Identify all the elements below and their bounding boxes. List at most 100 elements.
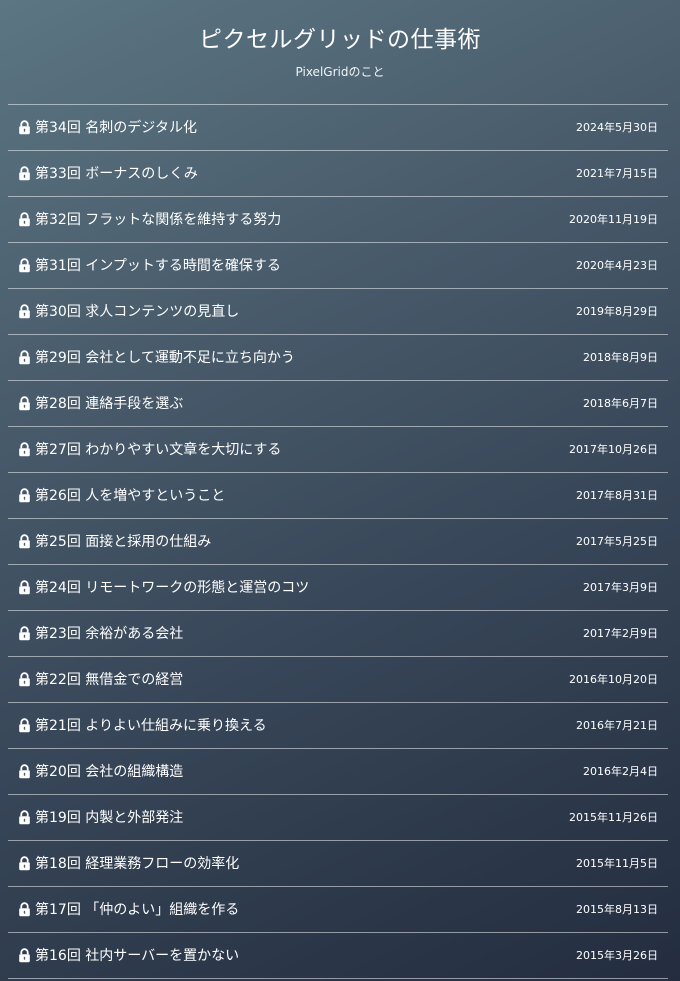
article-row-left: 第25回 面接と採用の仕組み — [18, 533, 211, 551]
lock-icon — [18, 166, 31, 181]
article-row[interactable]: 第19回 内製と外部発注 2015年11月26日 — [8, 795, 668, 841]
article-row-left: 第22回 無借金での経営 — [18, 671, 183, 689]
article-title: 第33回 ボーナスのしくみ — [35, 165, 198, 182]
article-title: 第27回 わかりやすい文章を大切にする — [35, 441, 282, 458]
article-title: 第34回 名刺のデジタル化 — [35, 119, 197, 136]
article-row[interactable]: 第20回 会社の組織構造 2016年2月4日 — [8, 749, 668, 795]
article-title: 第29回 会社として運動不足に立ち向かう — [35, 349, 295, 366]
lock-icon — [18, 672, 31, 687]
article-title: 第30回 求人コンテンツの見直し — [35, 303, 240, 320]
article-row[interactable]: 第34回 名刺のデジタル化 2024年5月30日 — [8, 105, 668, 151]
article-date: 2015年3月26日 — [576, 948, 658, 962]
article-row[interactable]: 第21回 よりよい仕組みに乗り換える 2016年7月21日 — [8, 703, 668, 749]
article-row-left: 第32回 フラットな関係を維持する努力 — [18, 211, 281, 229]
article-row[interactable]: 第18回 経理業務フローの効率化 2015年11月5日 — [8, 841, 668, 887]
lock-icon — [18, 488, 31, 503]
lock-icon — [18, 120, 31, 135]
article-row-left: 第26回 人を増やすということ — [18, 487, 225, 505]
article-row-left: 第18回 経理業務フローの効率化 — [18, 855, 239, 873]
article-row[interactable]: 第22回 無借金での経営 2016年10月20日 — [8, 657, 668, 703]
article-row[interactable]: 第27回 わかりやすい文章を大切にする 2017年10月26日 — [8, 427, 668, 473]
article-title: 第22回 無借金での経営 — [35, 671, 184, 688]
article-title: 第17回 「仲のよい」組織を作る — [35, 901, 240, 918]
article-date: 2020年11月19日 — [569, 212, 658, 226]
article-row[interactable]: 第32回 フラットな関係を維持する努力 2020年11月19日 — [8, 197, 668, 243]
lock-icon — [18, 810, 31, 825]
article-row[interactable]: 第31回 インプットする時間を確保する 2020年4月23日 — [8, 243, 668, 289]
article-row[interactable]: 第30回 求人コンテンツの見直し 2019年8月29日 — [8, 289, 668, 335]
article-title: 第18回 経理業務フローの効率化 — [35, 855, 240, 872]
article-title: 第32回 フラットな関係を維持する努力 — [35, 211, 282, 228]
article-row[interactable]: 第24回 リモートワークの形態と運営のコツ 2017年3月9日 — [8, 565, 668, 611]
article-date: 2016年2月4日 — [583, 764, 658, 778]
article-date: 2017年2月9日 — [583, 626, 658, 640]
article-row[interactable]: 第25回 面接と採用の仕組み 2017年5月25日 — [8, 519, 668, 565]
article-date: 2016年10月20日 — [569, 672, 658, 686]
lock-icon — [18, 718, 31, 733]
article-row-left: 第21回 よりよい仕組みに乗り換える — [18, 717, 267, 735]
article-title: 第16回 社内サーバーを置かない — [35, 947, 240, 964]
lock-icon — [18, 350, 31, 365]
lock-icon — [18, 948, 31, 963]
article-date: 2024年5月30日 — [576, 120, 658, 134]
article-row-left: 第16回 社内サーバーを置かない — [18, 947, 239, 965]
article-row-left: 第23回 余裕がある会社 — [18, 625, 183, 643]
article-row-left: 第34回 名刺のデジタル化 — [18, 119, 197, 137]
article-row-left: 第30回 求人コンテンツの見直し — [18, 303, 239, 321]
article-date: 2015年8月13日 — [576, 902, 658, 916]
article-date: 2019年8月29日 — [576, 304, 658, 318]
article-row[interactable]: 第29回 会社として運動不足に立ち向かう 2018年8月9日 — [8, 335, 668, 381]
lock-icon — [18, 764, 31, 779]
article-row-left: 第24回 リモートワークの形態と運営のコツ — [18, 579, 309, 597]
lock-icon — [18, 442, 31, 457]
article-title: 第19回 内製と外部発注 — [35, 809, 184, 826]
lock-icon — [18, 626, 31, 641]
article-date: 2016年7月21日 — [576, 718, 658, 732]
article-date: 2015年11月5日 — [576, 856, 658, 870]
lock-icon — [18, 534, 31, 549]
article-list: 第34回 名刺のデジタル化 2024年5月30日 第33回 ボーナスのしくみ 2… — [8, 104, 668, 979]
article-date: 2021年7月15日 — [576, 166, 658, 180]
article-title: 第23回 余裕がある会社 — [35, 625, 184, 642]
lock-icon — [18, 396, 31, 411]
article-date: 2018年8月9日 — [583, 350, 658, 364]
lock-icon — [18, 580, 31, 595]
page: ピクセルグリッドの仕事術 PixelGridのこと 第34回 名刺のデジタル化 … — [0, 0, 680, 981]
article-row-left: 第29回 会社として運動不足に立ち向かう — [18, 349, 295, 367]
article-row[interactable]: 第26回 人を増やすということ 2017年8月31日 — [8, 473, 668, 519]
article-title: 第25回 面接と採用の仕組み — [35, 533, 212, 550]
article-title: 第21回 よりよい仕組みに乗り換える — [35, 717, 267, 734]
article-date: 2020年4月23日 — [576, 258, 658, 272]
article-row-left: 第27回 わかりやすい文章を大切にする — [18, 441, 281, 459]
lock-icon — [18, 212, 31, 227]
article-row-left: 第20回 会社の組織構造 — [18, 763, 183, 781]
article-row-left: 第33回 ボーナスのしくみ — [18, 165, 198, 183]
article-title: 第24回 リモートワークの形態と運営のコツ — [35, 579, 310, 596]
article-row[interactable]: 第17回 「仲のよい」組織を作る 2015年8月13日 — [8, 887, 668, 933]
lock-icon — [18, 902, 31, 917]
article-date: 2017年3月9日 — [583, 580, 658, 594]
lock-icon — [18, 304, 31, 319]
article-date: 2017年8月31日 — [576, 488, 658, 502]
lock-icon — [18, 856, 31, 871]
article-title: 第31回 インプットする時間を確保する — [35, 257, 281, 274]
article-row[interactable]: 第16回 社内サーバーを置かない 2015年3月26日 — [8, 933, 668, 979]
article-date: 2018年6月7日 — [583, 396, 658, 410]
article-row[interactable]: 第23回 余裕がある会社 2017年2月9日 — [8, 611, 668, 657]
article-row-left: 第28回 連絡手段を選ぶ — [18, 395, 183, 413]
article-title: 第20回 会社の組織構造 — [35, 763, 184, 780]
article-date: 2017年5月25日 — [576, 534, 658, 548]
article-date: 2015年11月26日 — [569, 810, 658, 824]
article-row[interactable]: 第33回 ボーナスのしくみ 2021年7月15日 — [8, 151, 668, 197]
header: ピクセルグリッドの仕事術 PixelGridのこと — [0, 0, 680, 79]
article-title: 第28回 連絡手段を選ぶ — [35, 395, 184, 412]
article-row-left: 第19回 内製と外部発注 — [18, 809, 183, 827]
article-row[interactable]: 第28回 連絡手段を選ぶ 2018年6月7日 — [8, 381, 668, 427]
lock-icon — [18, 258, 31, 273]
page-subtitle: PixelGridのこと — [295, 65, 385, 79]
article-row-left: 第31回 インプットする時間を確保する — [18, 257, 281, 275]
article-date: 2017年10月26日 — [569, 442, 658, 456]
page-title: ピクセルグリッドの仕事術 — [199, 27, 481, 53]
article-row-left: 第17回 「仲のよい」組織を作る — [18, 901, 239, 919]
article-title: 第26回 人を増やすということ — [35, 487, 226, 504]
